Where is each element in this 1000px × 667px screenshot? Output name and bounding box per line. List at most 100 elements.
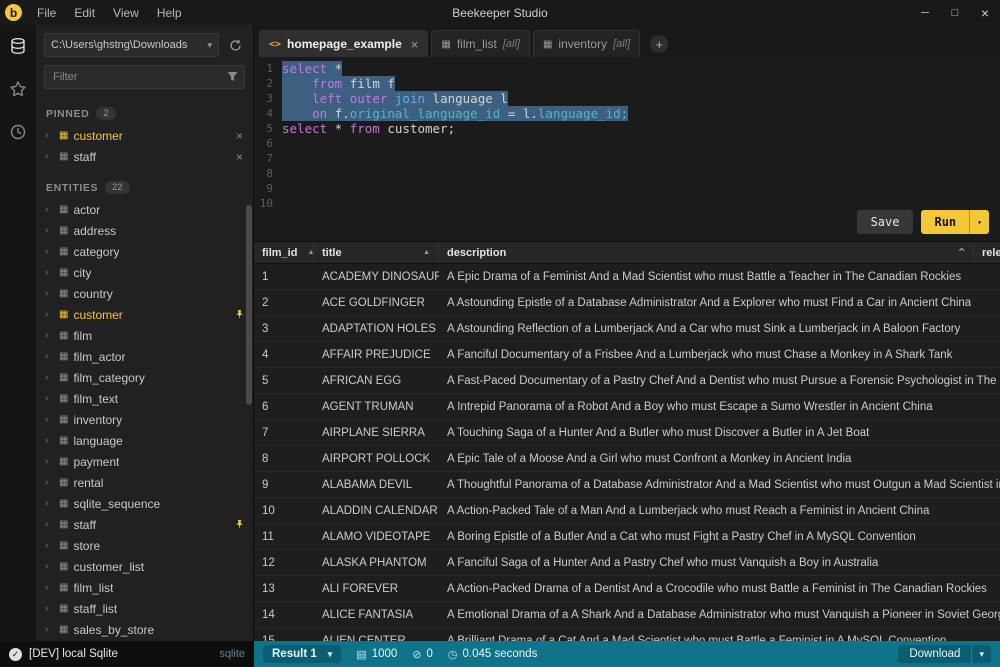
run-dropdown-caret[interactable]: ▾	[969, 210, 989, 234]
result-selector-label: Result 1	[272, 648, 317, 660]
entity-item-film_category[interactable]: ›▦film_category	[36, 367, 253, 388]
table-row[interactable]: 10ALADDIN CALENDARA Action-Packed Tale o…	[254, 498, 1000, 524]
table-row[interactable]: 6AGENT TRUMANA Intrepid Panorama of a Ro…	[254, 394, 1000, 420]
table-row[interactable]: 5AFRICAN EGGA Fast-Paced Documentary of …	[254, 368, 1000, 394]
entity-item-city[interactable]: ›▦city	[36, 262, 253, 283]
chevron-right-icon: ›	[45, 309, 54, 320]
table-icon: ▦	[59, 330, 68, 341]
cell-title: ALI FOREVER	[314, 583, 439, 595]
tab-suffix: [all]	[503, 38, 520, 50]
table-row[interactable]: 4AFFAIR PREJUDICEA Fanciful Documentary …	[254, 342, 1000, 368]
sql-editor[interactable]: 1select *2 from film f3 left outer join …	[254, 57, 1000, 241]
connection-selector[interactable]: C:\Users\ghstng\Downloads ▾	[44, 33, 219, 57]
table-row[interactable]: 15ALIEN CENTERA Brilliant Drama of a Cat…	[254, 628, 1000, 641]
database-icon[interactable]	[9, 37, 27, 60]
table-row[interactable]: 7AIRPLANE SIERRAA Touching Saga of a Hun…	[254, 420, 1000, 446]
entity-item-language[interactable]: ›▦language	[36, 430, 253, 451]
collapse-results-icon[interactable]: ^	[958, 246, 965, 259]
cell-description: A Epic Tale of a Moose And a Girl who mu…	[439, 453, 1000, 465]
download-label: Download	[898, 645, 971, 663]
star-icon[interactable]	[9, 80, 27, 103]
entity-item-staff[interactable]: ›▦staff	[36, 514, 253, 535]
entity-item-inventory[interactable]: ›▦inventory	[36, 409, 253, 430]
results-body: 1ACADEMY DINOSAURA Epic Drama of a Femin…	[254, 264, 1000, 641]
sidebar-scrollbar[interactable]	[246, 205, 252, 405]
entity-item-customer_list[interactable]: ›▦customer_list	[36, 556, 253, 577]
cell-film_id: 10	[254, 505, 314, 517]
table-row[interactable]: 12ALASKA PHANTOMA Fanciful Saga of a Hun…	[254, 550, 1000, 576]
menu-edit[interactable]: Edit	[65, 6, 104, 20]
filter-input[interactable]	[44, 65, 245, 89]
entity-item-actor[interactable]: ›▦actor	[36, 199, 253, 220]
save-button[interactable]: Save	[857, 210, 914, 234]
column-header-description[interactable]: description^	[439, 242, 974, 263]
table-row[interactable]: 1ACADEMY DINOSAURA Epic Drama of a Femin…	[254, 264, 1000, 290]
tab-homepage_example[interactable]: <>homepage_example×	[259, 30, 428, 57]
pinned-item-staff[interactable]: ›▦staff×	[36, 146, 253, 167]
column-header-film_id[interactable]: film_id▲	[254, 242, 314, 263]
column-header-release_year[interactable]: release_year	[974, 242, 1000, 263]
column-label: film_id	[262, 247, 297, 259]
menu-file[interactable]: File	[28, 6, 65, 20]
status-results-bar: Result 1 ▾ ▤ 1000 ⊘ 0 ◷ 0.045 seconds Do…	[254, 641, 1000, 667]
entity-item-payment[interactable]: ›▦payment	[36, 451, 253, 472]
table-row[interactable]: 9ALABAMA DEVILA Thoughtful Panorama of a…	[254, 472, 1000, 498]
pinned-label: PINNED	[46, 108, 89, 120]
table-row[interactable]: 13ALI FOREVERA Action-Packed Drama of a …	[254, 576, 1000, 602]
pinned-item-customer[interactable]: ›▦customer×	[36, 125, 253, 146]
table-row[interactable]: 2ACE GOLDFINGERA Astounding Epistle of a…	[254, 290, 1000, 316]
editor-line: 9	[254, 181, 1000, 196]
entities-label: ENTITIES	[46, 182, 98, 194]
entity-item-label: film_actor	[73, 350, 125, 364]
entity-item-staff_list[interactable]: ›▦staff_list	[36, 598, 253, 619]
close-icon[interactable]: ×	[411, 37, 419, 52]
download-dropdown-caret[interactable]: ▾	[971, 645, 991, 663]
cell-title: ALAMO VIDEOTAPE	[314, 531, 439, 543]
column-header-title[interactable]: title▲	[314, 242, 439, 263]
minimize-button[interactable]: ─	[910, 0, 940, 25]
download-button[interactable]: Download ▾	[898, 645, 991, 663]
entity-list: › ▦ actor ›▦address›▦category›▦city›▦countr…	[36, 199, 253, 640]
close-icon[interactable]: ×	[234, 150, 245, 164]
entity-item-film_actor[interactable]: ›▦film_actor	[36, 346, 253, 367]
entity-item-rental[interactable]: ›▦rental	[36, 472, 253, 493]
entity-item-sqlite_sequence[interactable]: ›▦sqlite_sequence	[36, 493, 253, 514]
menu-help[interactable]: Help	[148, 6, 191, 20]
maximize-button[interactable]: □	[940, 0, 970, 25]
menu-view[interactable]: View	[104, 6, 148, 20]
pinned-count-badge: 2	[96, 107, 115, 120]
entity-item-category[interactable]: ›▦category	[36, 241, 253, 262]
column-label: release_year	[982, 247, 1000, 259]
result-selector-button[interactable]: Result 1 ▾	[263, 645, 341, 663]
table-row[interactable]: 8AIRPORT POLLOCKA Epic Tale of a Moose A…	[254, 446, 1000, 472]
entity-item-country[interactable]: ›▦country	[36, 283, 253, 304]
table-icon: ▦	[59, 540, 68, 551]
table-row[interactable]: 14ALICE FANTASIAA Emotional Drama of a A…	[254, 602, 1000, 628]
row-count-stat: ▤ 1000	[356, 648, 397, 661]
table-row[interactable]: 3ADAPTATION HOLESA Astounding Reflection…	[254, 316, 1000, 342]
close-window-button[interactable]: ×	[970, 0, 1000, 25]
entity-item-label: actor	[73, 203, 100, 217]
sort-asc-icon[interactable]: ▲	[413, 249, 430, 256]
refresh-icon[interactable]	[225, 39, 245, 52]
entity-item-store[interactable]: ›▦store	[36, 535, 253, 556]
history-icon[interactable]	[9, 123, 27, 146]
tab-film_list[interactable]: ▦film_list[all]	[431, 30, 530, 57]
run-button[interactable]: Run ▾	[921, 210, 989, 234]
add-tab-button[interactable]: +	[650, 35, 668, 53]
entity-item-film_text[interactable]: ›▦film_text	[36, 388, 253, 409]
table-icon: ▦	[59, 624, 68, 635]
table-row[interactable]: 11ALAMO VIDEOTAPEA Boring Epistle of a B…	[254, 524, 1000, 550]
table-icon: ▦	[59, 204, 68, 215]
entity-item-film[interactable]: ›▦film	[36, 325, 253, 346]
run-label: Run	[921, 210, 969, 234]
tab-inventory[interactable]: ▦inventory[all]	[533, 30, 640, 57]
close-icon[interactable]: ×	[234, 129, 245, 143]
entity-item-sales_by_store[interactable]: ›▦sales_by_store	[36, 619, 253, 640]
entity-item-film_list[interactable]: ›▦film_list	[36, 577, 253, 598]
table-icon: ▦	[59, 603, 68, 614]
entity-item-customer[interactable]: ›▦customer	[36, 304, 253, 325]
sort-asc-icon[interactable]: ▲	[297, 249, 314, 256]
entity-item-address[interactable]: ›▦address	[36, 220, 253, 241]
cell-description: A Touching Saga of a Hunter And a Butler…	[439, 427, 1000, 439]
